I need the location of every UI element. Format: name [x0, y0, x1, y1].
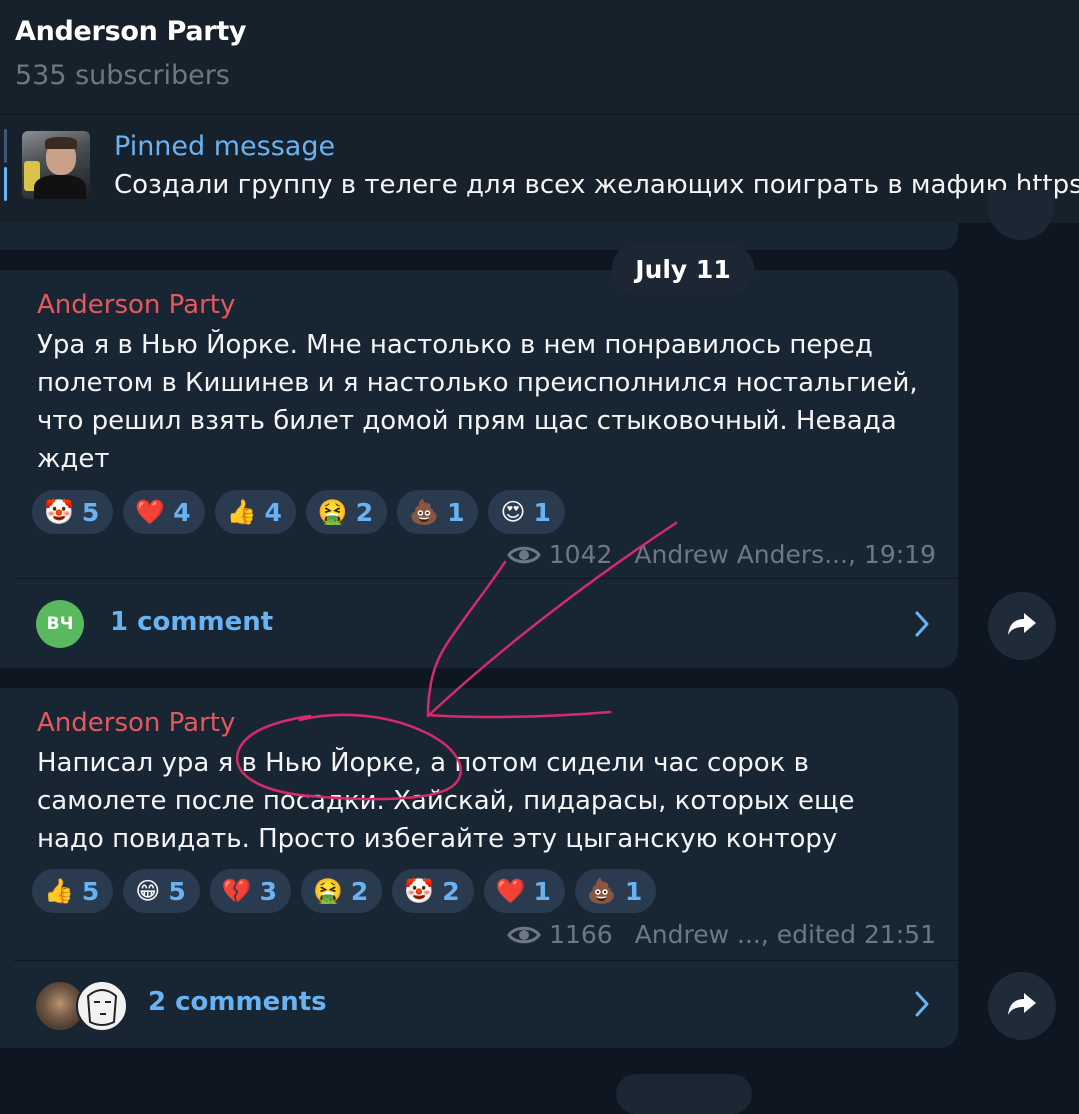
- reaction-clown[interactable]: 🤡 2: [392, 869, 474, 913]
- channel-post: Anderson Party Написал ура я в Нью Йорке…: [0, 688, 958, 1048]
- pinned-title: Pinned message: [114, 131, 336, 162]
- reactions-bar: 🤡 5 ❤️ 4 👍 4 🤮 2 💩 1 😍 1: [32, 490, 565, 534]
- reaction-poop[interactable]: 💩 1: [574, 869, 657, 913]
- view-count: 1166: [549, 920, 613, 949]
- channel-title: Anderson Party: [15, 16, 247, 47]
- comments-label: 1 comment: [110, 607, 274, 637]
- reaction-grin[interactable]: 😁 5: [123, 869, 200, 913]
- reaction-broken-heart[interactable]: 💔 3: [209, 869, 292, 913]
- reaction-count: 2: [355, 497, 374, 527]
- commenter-avatar: [76, 980, 128, 1032]
- broken-heart-emoji-icon: 💔: [221, 877, 252, 905]
- reaction-poop[interactable]: 💩 1: [397, 490, 479, 534]
- date-separator: July 11: [612, 243, 754, 295]
- reaction-heart-eyes[interactable]: 😍 1: [488, 490, 565, 534]
- reactions-bar: 👍 5 😁 5 💔 3 🤮 2 🤡 2 ❤️ 1 💩 1: [32, 869, 657, 913]
- share-button[interactable]: [988, 972, 1056, 1040]
- thumbs-up-emoji-icon: 👍: [226, 498, 257, 526]
- previous-post-edge: [0, 222, 958, 250]
- reaction-count: 4: [173, 497, 191, 527]
- eye-icon: [506, 544, 541, 566]
- reaction-count: 5: [81, 497, 100, 527]
- reaction-thumbs-up[interactable]: 👍 4: [214, 490, 296, 534]
- reaction-thumbs-up[interactable]: 👍 5: [32, 869, 114, 913]
- view-count: 1042: [548, 540, 613, 569]
- post-signature: Andrew ..., edited 21:51: [634, 920, 936, 949]
- channel-post: Anderson Party Ура я в Нью Йорке. Мне на…: [0, 270, 958, 668]
- next-date-separator: [616, 1074, 752, 1114]
- share-arrow-icon: [1006, 611, 1038, 641]
- pinned-message-bar[interactable]: Pinned message Создали группу в телеге д…: [0, 114, 1079, 223]
- clown-emoji-icon: 🤡: [44, 498, 74, 526]
- poop-emoji-icon: 💩: [586, 877, 617, 905]
- comments-button[interactable]: 2 comments: [0, 960, 958, 1048]
- vomit-emoji-icon: 🤮: [313, 877, 343, 905]
- reaction-count: 1: [533, 497, 551, 527]
- eye-icon: [507, 924, 541, 946]
- channel-header[interactable]: Anderson Party 535 subscribers: [0, 0, 1079, 114]
- subscriber-count: 535 subscribers: [15, 60, 230, 91]
- divider: [14, 578, 958, 579]
- post-meta: 1042 Andrew Anders..., 19:19: [506, 540, 936, 569]
- thumbs-up-emoji-icon: 👍: [44, 877, 74, 905]
- reaction-count: 1: [624, 876, 643, 906]
- vomit-emoji-icon: 🤮: [317, 498, 348, 526]
- share-button[interactable]: [988, 592, 1056, 660]
- reaction-count: 2: [350, 876, 369, 906]
- commenter-avatar: ВЧ: [36, 600, 84, 648]
- chevron-right-icon: [914, 610, 930, 642]
- reaction-count: 2: [442, 876, 460, 906]
- heart-emoji-icon: ❤️: [135, 498, 166, 526]
- comments-button[interactable]: ВЧ 1 comment: [0, 580, 958, 668]
- reaction-count: 5: [168, 876, 186, 906]
- reaction-count: 3: [259, 876, 278, 906]
- reaction-count: 1: [533, 876, 551, 906]
- post-author[interactable]: Anderson Party: [37, 708, 235, 738]
- pinned-thumbnail: [22, 131, 90, 199]
- reaction-heart[interactable]: ❤️ 4: [123, 490, 205, 534]
- clown-emoji-icon: 🤡: [404, 877, 435, 905]
- grin-emoji-icon: 😁: [135, 877, 161, 905]
- post-meta: 1166 Andrew ..., edited 21:51: [507, 920, 936, 949]
- reaction-heart[interactable]: ❤️ 1: [483, 869, 565, 913]
- pinned-indicator: [4, 129, 7, 163]
- pinned-text: Создали группу в телеге для всех желающи…: [114, 170, 1079, 200]
- pinned-indicator-active: [4, 167, 7, 201]
- heart-eyes-emoji-icon: 😍: [500, 498, 526, 526]
- post-signature: Andrew Anders..., 19:19: [634, 540, 936, 569]
- post-text: Написал ура я в Нью Йорке, а потом сидел…: [37, 748, 855, 854]
- reaction-vomit[interactable]: 🤮 2: [301, 869, 383, 913]
- post-author[interactable]: Anderson Party: [37, 290, 235, 320]
- reaction-vomit[interactable]: 🤮 2: [305, 490, 388, 534]
- chevron-right-icon: [914, 990, 930, 1022]
- reaction-count: 1: [447, 497, 465, 527]
- comments-label: 2 comments: [148, 987, 327, 1017]
- post-text: Ура я в Нью Йорке. Мне настолько в нем п…: [37, 330, 918, 474]
- heart-emoji-icon: ❤️: [495, 877, 526, 905]
- share-arrow-icon: [1006, 991, 1038, 1021]
- poop-emoji-icon: 💩: [409, 498, 440, 526]
- previous-share-button[interactable]: [988, 190, 1054, 240]
- reaction-clown[interactable]: 🤡 5: [32, 490, 114, 534]
- reaction-count: 4: [264, 497, 282, 527]
- reaction-count: 5: [81, 876, 100, 906]
